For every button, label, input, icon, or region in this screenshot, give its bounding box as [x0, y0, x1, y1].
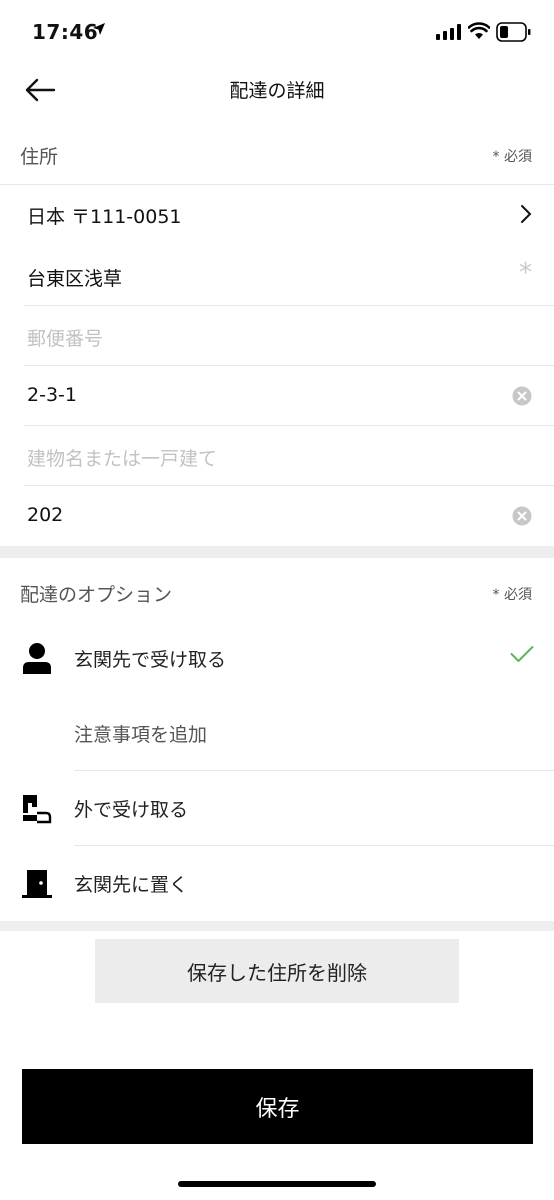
address-section-header: 住所 * 必須	[0, 124, 554, 185]
section-gap	[0, 921, 554, 931]
status-bar: 17:46	[0, 0, 554, 64]
delete-address-button[interactable]: 保存した住所を削除	[95, 939, 459, 1003]
area-field[interactable]: 台東区浅草 *	[0, 246, 554, 306]
add-note-label: 注意事項を追加	[74, 724, 208, 746]
clear-icon[interactable]	[512, 506, 532, 526]
room-value: 202	[27, 504, 64, 526]
battery-icon	[496, 22, 531, 42]
required-note: * 必須	[492, 587, 532, 603]
status-time: 17:46	[32, 20, 99, 44]
country-zip-row[interactable]: 日本 〒111-0051	[0, 184, 554, 244]
zip-code-field[interactable]: 郵便番号	[0, 306, 554, 366]
delivery-section-label: 配達のオプション	[20, 584, 173, 606]
check-icon	[510, 646, 534, 662]
option-label: 玄関先で受け取る	[74, 649, 227, 671]
building-placeholder: 建物名または一戸建て	[27, 448, 218, 470]
option-leave-at-door[interactable]: 玄関先に置く	[0, 846, 554, 921]
zip-code-placeholder: 郵便番号	[27, 328, 104, 350]
country-zip-value: 日本 〒111-0051	[27, 206, 182, 228]
option-label: 外で受け取る	[74, 799, 189, 821]
delivery-section-header: 配達のオプション * 必須	[0, 562, 554, 622]
option-label: 玄関先に置く	[74, 874, 189, 896]
location-arrow-icon	[93, 23, 105, 35]
chevron-right-icon	[521, 205, 532, 223]
home-indicator	[178, 1181, 376, 1187]
required-asterisk-icon: *	[519, 258, 532, 288]
person-icon	[23, 643, 51, 674]
option-meet-at-door[interactable]: 玄関先で受け取る	[0, 621, 554, 696]
street-value: 2-3-1	[27, 384, 77, 406]
room-field[interactable]: 202	[0, 486, 554, 546]
wifi-icon	[468, 22, 490, 39]
add-note-button[interactable]: 注意事項を追加	[0, 696, 554, 771]
building-field[interactable]: 建物名または一戸建て	[0, 426, 554, 486]
section-gap	[0, 546, 554, 558]
save-button[interactable]: 保存	[22, 1069, 533, 1144]
outside-icon	[23, 795, 52, 824]
area-value: 台東区浅草	[27, 268, 123, 290]
clear-icon[interactable]	[512, 386, 532, 406]
required-note: * 必須	[492, 149, 532, 165]
door-icon	[22, 870, 52, 898]
nav-bar: 配達の詳細	[0, 64, 554, 116]
street-field[interactable]: 2-3-1	[0, 366, 554, 426]
cellular-signal-icon	[436, 24, 461, 40]
address-section-label: 住所	[20, 146, 59, 168]
option-meet-outside[interactable]: 外で受け取る	[0, 771, 554, 846]
page-title: 配達の詳細	[229, 80, 325, 102]
